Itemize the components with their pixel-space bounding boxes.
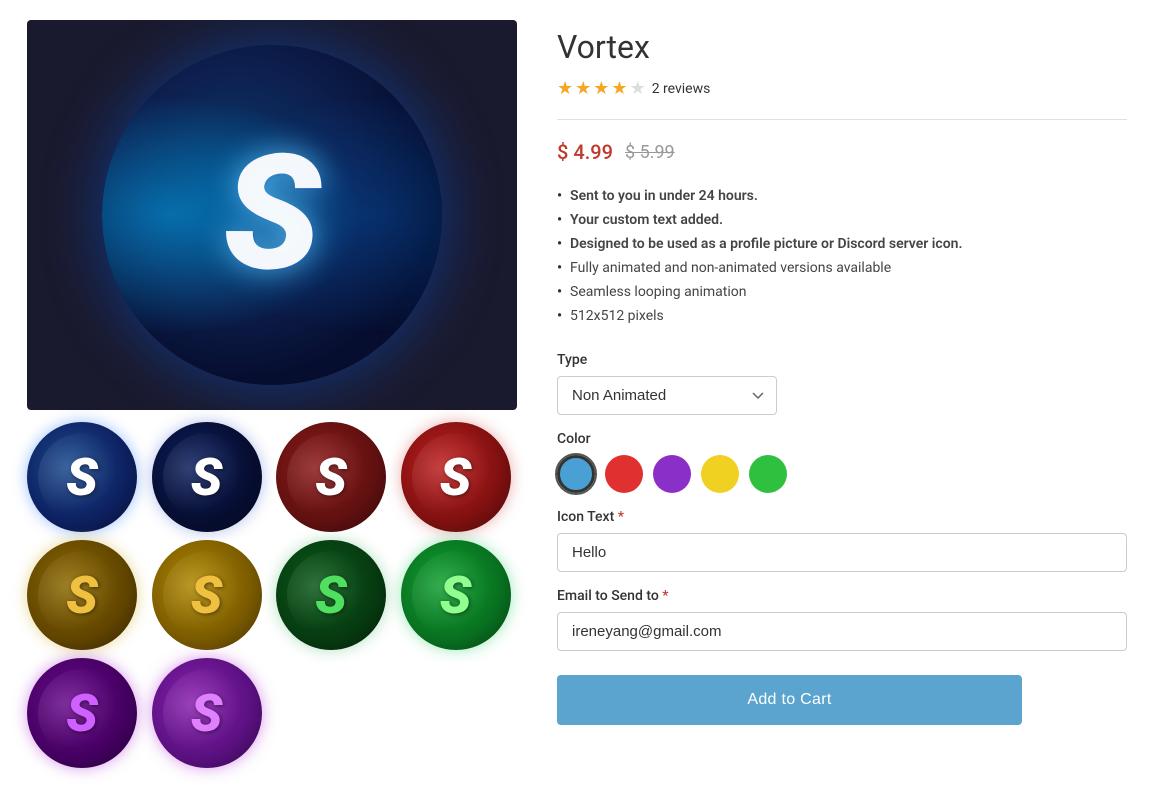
thumbnail-3[interactable]: S bbox=[401, 422, 511, 532]
type-label: Type bbox=[557, 352, 1127, 368]
thumbnail-1[interactable]: S bbox=[152, 422, 262, 532]
thumbnail-9[interactable]: S bbox=[152, 658, 262, 768]
thumbnail-4[interactable]: S bbox=[27, 540, 137, 650]
price-original: $ 5.99 bbox=[625, 142, 675, 163]
email-section: Email to Send to * bbox=[557, 588, 1127, 651]
right-column: Vortex ★ ★ ★ ★ ★ 2 reviews $ 4.99 $ 5.99… bbox=[557, 20, 1127, 768]
color-swatch-blue[interactable] bbox=[557, 455, 595, 493]
star-1: ★ bbox=[557, 78, 573, 99]
feature-0: Sent to you in under 24 hours. bbox=[557, 184, 1127, 208]
product-s-letter: S bbox=[223, 135, 320, 295]
thumbnail-5[interactable]: S bbox=[152, 540, 262, 650]
color-swatch-yellow[interactable] bbox=[701, 455, 739, 493]
price-row: $ 4.99 $ 5.99 bbox=[557, 140, 1127, 164]
thumbnail-grid: S S S S S S S S S bbox=[27, 422, 517, 768]
icon-text-label: Icon Text * bbox=[557, 509, 1127, 525]
main-product-image: S bbox=[27, 20, 517, 410]
thumb-letter-4: S bbox=[66, 565, 98, 626]
product-title: Vortex bbox=[557, 28, 1127, 66]
thumbnail-7[interactable]: S bbox=[401, 540, 511, 650]
email-input[interactable] bbox=[557, 612, 1127, 651]
email-label: Email to Send to * bbox=[557, 588, 1127, 604]
thumb-letter-9: S bbox=[191, 683, 223, 744]
product-image-circle: S bbox=[102, 45, 442, 385]
type-select[interactable]: Non Animated Animated bbox=[557, 376, 777, 415]
features-list: Sent to you in under 24 hours. Your cust… bbox=[557, 184, 1127, 328]
star-rating: ★ ★ ★ ★ ★ bbox=[557, 78, 646, 99]
thumb-letter-1: S bbox=[191, 447, 223, 508]
color-swatch-purple[interactable] bbox=[653, 455, 691, 493]
icon-text-section: Icon Text * bbox=[557, 509, 1127, 572]
rating-row: ★ ★ ★ ★ ★ 2 reviews bbox=[557, 78, 1127, 120]
feature-4: Seamless looping animation bbox=[557, 280, 1127, 304]
product-page: S S S S S S S S bbox=[27, 20, 1127, 768]
thumbnail-0[interactable]: S bbox=[27, 422, 137, 532]
thumb-letter-7: S bbox=[440, 565, 472, 626]
email-required: * bbox=[662, 588, 668, 604]
reviews-link[interactable]: 2 reviews bbox=[652, 81, 711, 97]
thumb-letter-6: S bbox=[315, 565, 347, 626]
thumb-letter-8: S bbox=[66, 683, 98, 744]
add-to-cart-button[interactable]: Add to Cart bbox=[557, 675, 1022, 725]
color-section: Color bbox=[557, 431, 1127, 493]
thumb-letter-5: S bbox=[191, 565, 223, 626]
feature-1: Your custom text added. bbox=[557, 208, 1127, 232]
color-swatch-green[interactable] bbox=[749, 455, 787, 493]
feature-2: Designed to be used as a profile picture… bbox=[557, 232, 1127, 256]
type-section: Type Non Animated Animated bbox=[557, 352, 1127, 415]
feature-3: Fully animated and non-animated versions… bbox=[557, 256, 1127, 280]
star-4: ★ bbox=[611, 78, 627, 99]
star-2: ★ bbox=[575, 78, 591, 99]
color-swatches bbox=[557, 455, 1127, 493]
thumbnail-6[interactable]: S bbox=[276, 540, 386, 650]
thumb-letter-2: S bbox=[315, 447, 347, 508]
thumbnail-8[interactable]: S bbox=[27, 658, 137, 768]
price-current: $ 4.99 bbox=[557, 140, 613, 164]
star-5: ★ bbox=[630, 78, 646, 99]
icon-text-required: * bbox=[618, 509, 624, 525]
feature-5: 512x512 pixels bbox=[557, 304, 1127, 328]
star-3: ★ bbox=[593, 78, 609, 99]
thumbnail-2[interactable]: S bbox=[276, 422, 386, 532]
color-swatch-red[interactable] bbox=[605, 455, 643, 493]
thumb-letter-3: S bbox=[440, 447, 472, 508]
left-column: S S S S S S S S bbox=[27, 20, 517, 768]
icon-text-input[interactable] bbox=[557, 533, 1127, 572]
thumb-letter-0: S bbox=[66, 447, 98, 508]
color-label: Color bbox=[557, 431, 1127, 447]
